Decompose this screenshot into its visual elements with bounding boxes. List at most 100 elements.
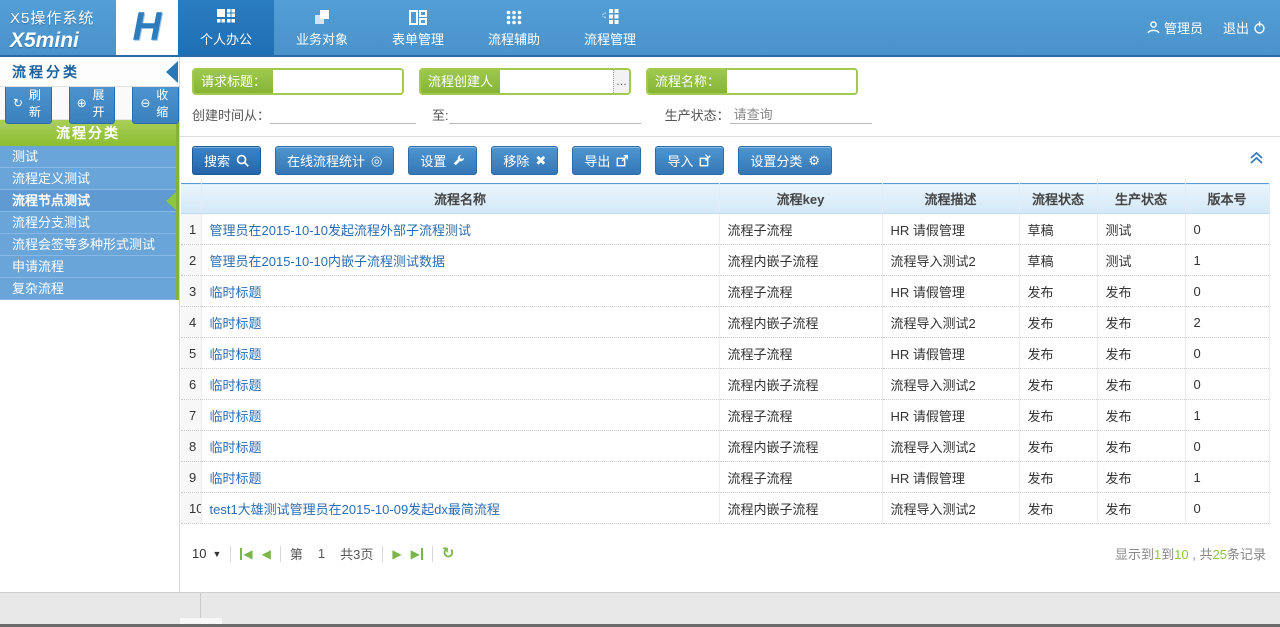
process-name-input[interactable] (727, 70, 856, 93)
logo-letter: H (133, 5, 162, 50)
col-version[interactable]: 版本号 (1185, 184, 1269, 214)
table-row[interactable]: 8 临时标题 流程内嵌子流程 流程导入测试2 发布 发布 0 (181, 431, 1269, 462)
process-link[interactable]: 临时标题 (210, 409, 262, 424)
sidebar-item-process-node-test[interactable]: 流程节点测试 (0, 190, 176, 212)
process-link[interactable]: 管理员在2015-10-10发起流程外部子流程测试 (210, 223, 472, 238)
col-process-desc[interactable]: 流程描述 (882, 184, 1019, 214)
tab-label: 流程辅助 (488, 29, 540, 48)
total-pages-label: 共3页 (340, 544, 373, 563)
current-user[interactable]: 管理员 (1147, 18, 1203, 37)
table-header-row: 流程名称 流程key 流程描述 流程状态 生产状态 版本号 (181, 184, 1269, 214)
import-button[interactable]: 导入 (655, 146, 724, 175)
row-number: 4 (181, 307, 201, 338)
cell-prod: 发布 (1097, 493, 1185, 524)
refresh-button[interactable]: ↻ 刷新 (5, 82, 52, 124)
last-page-button[interactable]: ▶ (411, 548, 423, 560)
sidebar-item-process-branch-test[interactable]: 流程分支测试 (0, 212, 176, 234)
process-name-label: 流程名称： (648, 70, 727, 93)
process-link[interactable]: 临时标题 (210, 440, 262, 455)
table-row[interactable]: 3 临时标题 流程子流程 HR 请假管理 发布 发布 0 (181, 276, 1269, 307)
sidebar-item-complex-process[interactable]: 复杂流程 (0, 278, 176, 300)
request-title-filter: 请求标题： (192, 68, 404, 95)
prev-page-button[interactable]: ◀ (262, 548, 271, 560)
tab-business-object[interactable]: 业务对象 (274, 0, 370, 55)
online-stats-button[interactable]: 在线流程统计 ◎ (275, 146, 394, 175)
export-button[interactable]: 导出 (572, 146, 641, 175)
col-process-key[interactable]: 流程key (719, 184, 882, 214)
table-row[interactable]: 7 临时标题 流程子流程 HR 请假管理 发布 发布 1 (181, 400, 1269, 431)
cell-version: 0 (1185, 493, 1269, 524)
table-row[interactable]: 10 test1大雄测试管理员在2015-10-09发起dx最简流程 流程内嵌子… (181, 493, 1269, 524)
tab-process-assist[interactable]: 流程辅助 (466, 0, 562, 55)
table-row[interactable]: 2 管理员在2015-10-10内嵌子流程测试数据 流程内嵌子流程 流程导入测试… (181, 245, 1269, 276)
col-process-name[interactable]: 流程名称 (201, 184, 719, 214)
reload-icon[interactable]: ↻ (442, 546, 455, 561)
cell-prod: 发布 (1097, 338, 1185, 369)
remove-button[interactable]: 移除 ✖ (491, 146, 558, 175)
main-content: 请求标题： 流程创建人 … 流程名称： 创建时间从： 至: 生产状态： (180, 57, 1280, 592)
collapse-button[interactable]: ⊖ 收缩 (132, 82, 179, 124)
divider (432, 546, 433, 562)
page-size-select[interactable]: 10 ▼ (192, 546, 221, 561)
sidebar-item-process-definition-test[interactable]: 流程定义测试 (0, 168, 176, 190)
dots-grid-icon (506, 7, 522, 25)
table-row[interactable]: 4 临时标题 流程内嵌子流程 流程导入测试2 发布 发布 2 (181, 307, 1269, 338)
expand-button[interactable]: ⊕ 展开 (69, 82, 116, 124)
divider (280, 546, 281, 562)
collapse-panel-chevron-icon[interactable] (1249, 151, 1264, 165)
sidebar-item-apply-process[interactable]: 申请流程 (0, 256, 176, 278)
cell-version: 0 (1185, 338, 1269, 369)
prod-status-input[interactable] (730, 104, 872, 124)
cell-desc: HR 请假管理 (882, 214, 1019, 245)
cell-version: 1 (1185, 245, 1269, 276)
col-process-status[interactable]: 流程状态 (1019, 184, 1097, 214)
table-row[interactable]: 9 临时标题 流程子流程 HR 请假管理 发布 发布 1 (181, 462, 1269, 493)
row-number: 3 (181, 276, 201, 307)
tab-form-management[interactable]: 表单管理 (370, 0, 466, 55)
request-title-input[interactable] (273, 70, 402, 93)
process-link[interactable]: 临时标题 (210, 471, 262, 486)
process-link[interactable]: test1大雄测试管理员在2015-10-09发起dx最简流程 (210, 502, 500, 517)
next-page-button[interactable]: ▶ (392, 548, 401, 560)
col-prod-status[interactable]: 生产状态 (1097, 184, 1185, 214)
sidebar-item-process-countersign-test[interactable]: 流程会签等多种形式测试 (0, 234, 176, 256)
panel-collapse-arrow-icon[interactable] (166, 61, 178, 83)
app: X5操作系统 X5mini H 个人办公 业务对象 (0, 0, 1280, 627)
logout-label: 退出 (1223, 18, 1249, 37)
cell-key: 流程内嵌子流程 (719, 431, 882, 462)
top-navbar: X5操作系统 X5mini H 个人办公 业务对象 (0, 0, 1280, 57)
export-icon (616, 154, 629, 167)
tab-label: 表单管理 (392, 29, 444, 48)
first-page-button[interactable]: ◀ (240, 548, 252, 560)
process-link[interactable]: 管理员在2015-10-10内嵌子流程测试数据 (210, 254, 446, 269)
stacked-squares-icon (314, 7, 330, 25)
page-number-input[interactable]: 1 (312, 546, 331, 561)
table-row[interactable]: 5 临时标题 流程子流程 HR 请假管理 发布 发布 0 (181, 338, 1269, 369)
cell-status: 发布 (1019, 400, 1097, 431)
tab-process-management[interactable]: 流程管理 (562, 0, 658, 55)
created-to-input[interactable] (449, 104, 641, 124)
collapse-icon: ⊖ (140, 96, 150, 110)
tree-toolbar: ↻ 刷新 ⊕ 展开 ⊖ 收缩 (0, 87, 179, 120)
created-from-input[interactable] (270, 104, 416, 124)
process-link[interactable]: 临时标题 (210, 378, 262, 393)
cell-prod: 测试 (1097, 214, 1185, 245)
process-creator-input[interactable] (500, 70, 613, 93)
pager-controls: 10 ▼ ◀ ◀ 第 1 共3页 ▶ ▶ ↻ (192, 544, 454, 563)
table-row[interactable]: 1 管理员在2015-10-10发起流程外部子流程测试 流程子流程 HR 请假管… (181, 214, 1269, 245)
set-category-button[interactable]: 设置分类 ⚙ (738, 146, 832, 175)
logout-button[interactable]: 退出 (1223, 18, 1266, 37)
creator-picker-button[interactable]: … (613, 70, 629, 93)
process-link[interactable]: 临时标题 (210, 316, 262, 331)
tab-personal-office[interactable]: 个人办公 (178, 0, 274, 55)
cell-desc: 流程导入测试2 (882, 493, 1019, 524)
settings-button[interactable]: 设置 (408, 146, 477, 175)
cell-desc: HR 请假管理 (882, 338, 1019, 369)
process-link[interactable]: 临时标题 (210, 285, 262, 300)
process-link[interactable]: 临时标题 (210, 347, 262, 362)
grid-arrow-icon (602, 7, 619, 25)
table-row[interactable]: 6 临时标题 流程内嵌子流程 流程导入测试2 发布 发布 0 (181, 369, 1269, 400)
sidebar-item-test[interactable]: 测试 (0, 146, 176, 168)
search-button[interactable]: 搜索 (192, 146, 261, 175)
total-records: 25 (1213, 547, 1227, 562)
